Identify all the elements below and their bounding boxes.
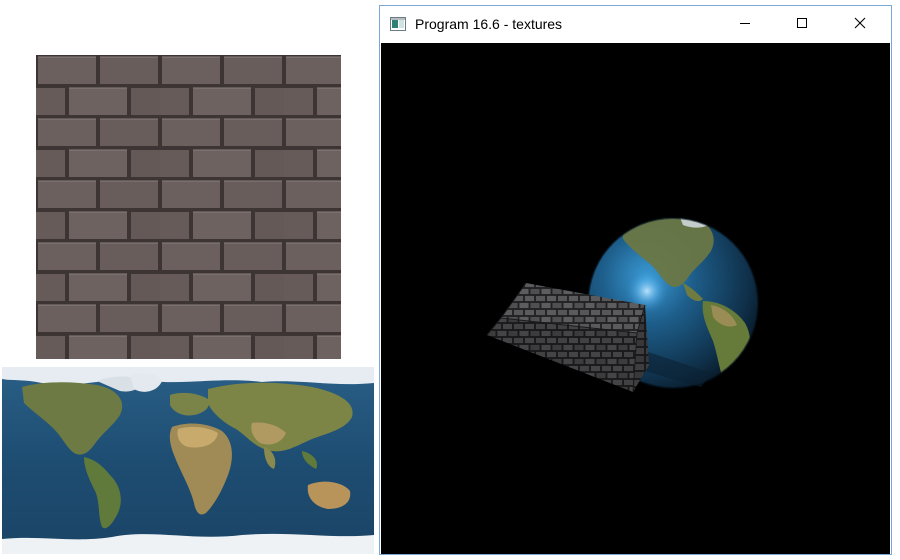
3d-scene bbox=[486, 217, 759, 393]
maximize-button[interactable] bbox=[779, 6, 825, 43]
render-viewport[interactable] bbox=[381, 43, 890, 554]
close-button[interactable] bbox=[837, 6, 883, 43]
close-icon bbox=[854, 16, 866, 34]
brick-pattern bbox=[36, 55, 341, 359]
minimize-button[interactable] bbox=[722, 6, 768, 43]
maximize-icon bbox=[796, 16, 808, 34]
world-map-texture-image bbox=[2, 367, 374, 554]
title-bar[interactable]: Program 16.6 - textures bbox=[380, 6, 891, 43]
app-window: Program 16.6 - textures bbox=[379, 5, 892, 555]
world-map-drawing bbox=[2, 367, 374, 554]
brick-texture-image bbox=[36, 55, 341, 359]
app-icon bbox=[390, 17, 406, 31]
window-title: Program 16.6 - textures bbox=[415, 16, 563, 32]
minimize-icon bbox=[739, 16, 751, 34]
